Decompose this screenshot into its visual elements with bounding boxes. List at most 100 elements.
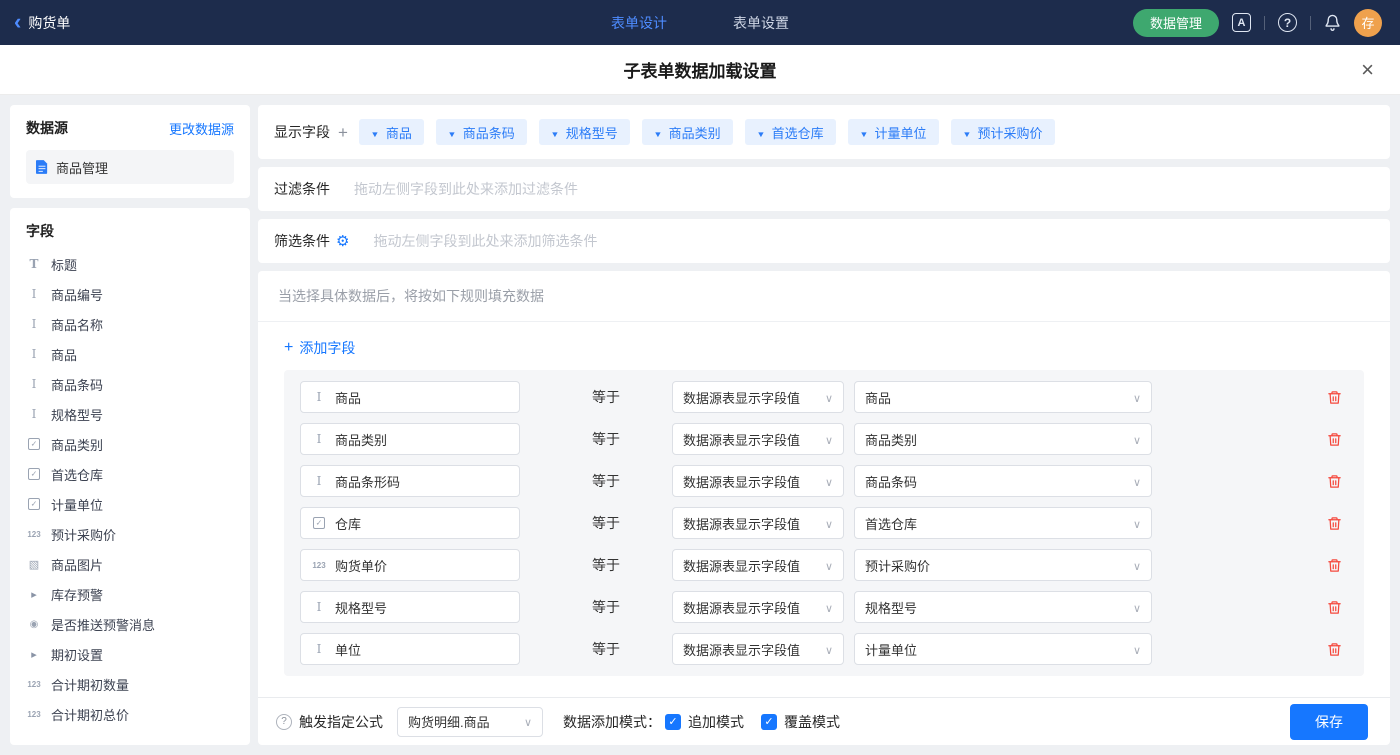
rule-operator: 等于 (592, 639, 624, 659)
rule-source-select[interactable]: 数据源表显示字段值 (672, 423, 844, 455)
rule-source-select[interactable]: 数据源表显示字段值 (672, 633, 844, 665)
chevron-down-icon (1133, 558, 1141, 573)
rule-target-select[interactable]: 商品类别 (854, 423, 1152, 455)
topbar-tab[interactable]: 表单设置 (733, 13, 789, 33)
caret-down-icon (963, 125, 971, 140)
rule-source-select[interactable]: 数据源表显示字段值 (672, 465, 844, 497)
topbar-tab[interactable]: 表单设计 (611, 13, 667, 33)
formula-value: 购货明细.商品 (408, 712, 490, 731)
caret-down-icon (551, 125, 559, 140)
add-display-field-button[interactable]: + (338, 124, 348, 141)
rule-operator: 等于 (592, 387, 624, 407)
display-field-chip[interactable]: 商品条码 (436, 119, 527, 145)
field-type-icon (26, 376, 42, 392)
field-item[interactable]: 商品条码 (10, 369, 250, 399)
chip-label: 预计采购价 (977, 123, 1042, 142)
rule-source-value: 数据源表显示字段值 (683, 640, 800, 659)
field-type-icon (311, 557, 327, 573)
notification-bell-icon[interactable] (1324, 14, 1341, 31)
rule-source-select[interactable]: 数据源表显示字段值 (672, 591, 844, 623)
field-item-label: 库存预警 (51, 585, 103, 604)
mode-option[interactable]: 追加模式 (665, 712, 744, 732)
settings-gear-icon[interactable]: ⚙ (336, 234, 349, 249)
data-manage-button[interactable]: 数据管理 (1133, 9, 1219, 37)
mode-options: 追加模式 覆盖模式 (665, 712, 840, 732)
field-item[interactable]: 商品图片 (10, 549, 250, 579)
delete-rule-button[interactable] (1327, 516, 1342, 531)
display-field-chip[interactable]: 计量单位 (848, 119, 939, 145)
field-item[interactable]: 商品类别 (10, 429, 250, 459)
delete-rule-button[interactable] (1327, 642, 1342, 657)
field-item[interactable]: 标题 (10, 249, 250, 279)
delete-rule-button[interactable] (1327, 390, 1342, 405)
page-title: 子表单数据加载设置 (624, 57, 777, 82)
rule-target-value: 规格型号 (865, 598, 917, 617)
mode-option[interactable]: 覆盖模式 (761, 712, 840, 732)
rule-target-value: 商品类别 (865, 430, 917, 449)
field-type-icon (311, 599, 327, 615)
field-item[interactable]: 商品编号 (10, 279, 250, 309)
rule-field-box[interactable]: 规格型号 (300, 591, 520, 623)
filter-drop-placeholder[interactable]: 拖动左侧字段到此处来添加过滤条件 (354, 179, 578, 199)
rule-field-label: 商品 (335, 388, 361, 407)
rule-source-value: 数据源表显示字段值 (683, 388, 800, 407)
field-item[interactable]: 首选仓库 (10, 459, 250, 489)
fill-rules-panel: 当选择具体数据后，将按如下规则填充数据 + 添加字段 商品 等于 数据源表显示字 (258, 271, 1390, 745)
topbar-tabs: 表单设计 表单设置 (611, 13, 789, 33)
display-field-chip[interactable]: 首选仓库 (745, 119, 836, 145)
chip-label: 商品类别 (669, 123, 721, 142)
delete-rule-button[interactable] (1327, 558, 1342, 573)
close-icon[interactable]: × (1361, 59, 1374, 81)
field-item[interactable]: 规格型号 (10, 399, 250, 429)
display-field-chip[interactable]: 预计采购价 (951, 119, 1055, 145)
field-item[interactable]: 合计期初总价 (10, 699, 250, 729)
field-item[interactable]: 是否推送预警消息 (10, 609, 250, 639)
display-field-chip[interactable]: 规格型号 (539, 119, 630, 145)
rule-field-box[interactable]: 商品条形码 (300, 465, 520, 497)
field-item[interactable]: 库存预警 (10, 579, 250, 609)
field-item-label: 商品类别 (51, 435, 103, 454)
chip-label: 规格型号 (566, 123, 618, 142)
delete-rule-button[interactable] (1327, 432, 1342, 447)
formula-select[interactable]: 购货明细.商品 (397, 707, 543, 737)
rule-field-box[interactable]: 商品 (300, 381, 520, 413)
screen-drop-placeholder[interactable]: 拖动左侧字段到此处来添加筛选条件 (373, 231, 597, 251)
field-item[interactable]: 合计期初数量 (10, 669, 250, 699)
rule-source-select[interactable]: 数据源表显示字段值 (672, 381, 844, 413)
rule-field-box[interactable]: 单位 (300, 633, 520, 665)
rule-target-select[interactable]: 规格型号 (854, 591, 1152, 623)
display-field-chip[interactable]: 商品类别 (642, 119, 733, 145)
rule-target-select[interactable]: 预计采购价 (854, 549, 1152, 581)
back-nav[interactable]: ‹ 购货单 (14, 13, 70, 33)
rule-source-select[interactable]: 数据源表显示字段值 (672, 549, 844, 581)
rule-field-box[interactable]: 仓库 (300, 507, 520, 539)
delete-rule-button[interactable] (1327, 474, 1342, 489)
display-field-chip[interactable]: 商品 (359, 119, 424, 145)
rule-row: 仓库 等于 数据源表显示字段值 首选仓库 (300, 507, 1348, 539)
rule-target-select[interactable]: 计量单位 (854, 633, 1152, 665)
translate-icon[interactable]: A (1232, 13, 1251, 32)
add-field-button[interactable]: + 添加字段 (258, 322, 381, 370)
field-item[interactable]: 商品 (10, 339, 250, 369)
screen-condition-panel: 筛选条件 ⚙ 拖动左侧字段到此处来添加筛选条件 (258, 219, 1390, 263)
help-icon[interactable]: ? (1278, 13, 1297, 32)
rule-target-select[interactable]: 商品条码 (854, 465, 1152, 497)
datasource-item[interactable]: 商品管理 (26, 150, 234, 184)
delete-rule-button[interactable] (1327, 600, 1342, 615)
checkbox[interactable] (665, 714, 681, 730)
avatar[interactable]: 存 (1354, 9, 1382, 37)
checkbox[interactable] (761, 714, 777, 730)
save-button[interactable]: 保存 (1290, 704, 1368, 740)
rule-target-select[interactable]: 首选仓库 (854, 507, 1152, 539)
rule-operator: 等于 (592, 555, 624, 575)
field-item[interactable]: 计量单位 (10, 489, 250, 519)
change-datasource-link[interactable]: 更改数据源 (169, 119, 234, 138)
rule-source-select[interactable]: 数据源表显示字段值 (672, 507, 844, 539)
rule-target-select[interactable]: 商品 (854, 381, 1152, 413)
rule-field-box[interactable]: 购货单价 (300, 549, 520, 581)
rule-field-box[interactable]: 商品类别 (300, 423, 520, 455)
help-circle-icon[interactable]: ? (276, 714, 292, 730)
field-item[interactable]: 期初设置 (10, 639, 250, 669)
field-item[interactable]: 预计采购价 (10, 519, 250, 549)
field-item[interactable]: 商品名称 (10, 309, 250, 339)
